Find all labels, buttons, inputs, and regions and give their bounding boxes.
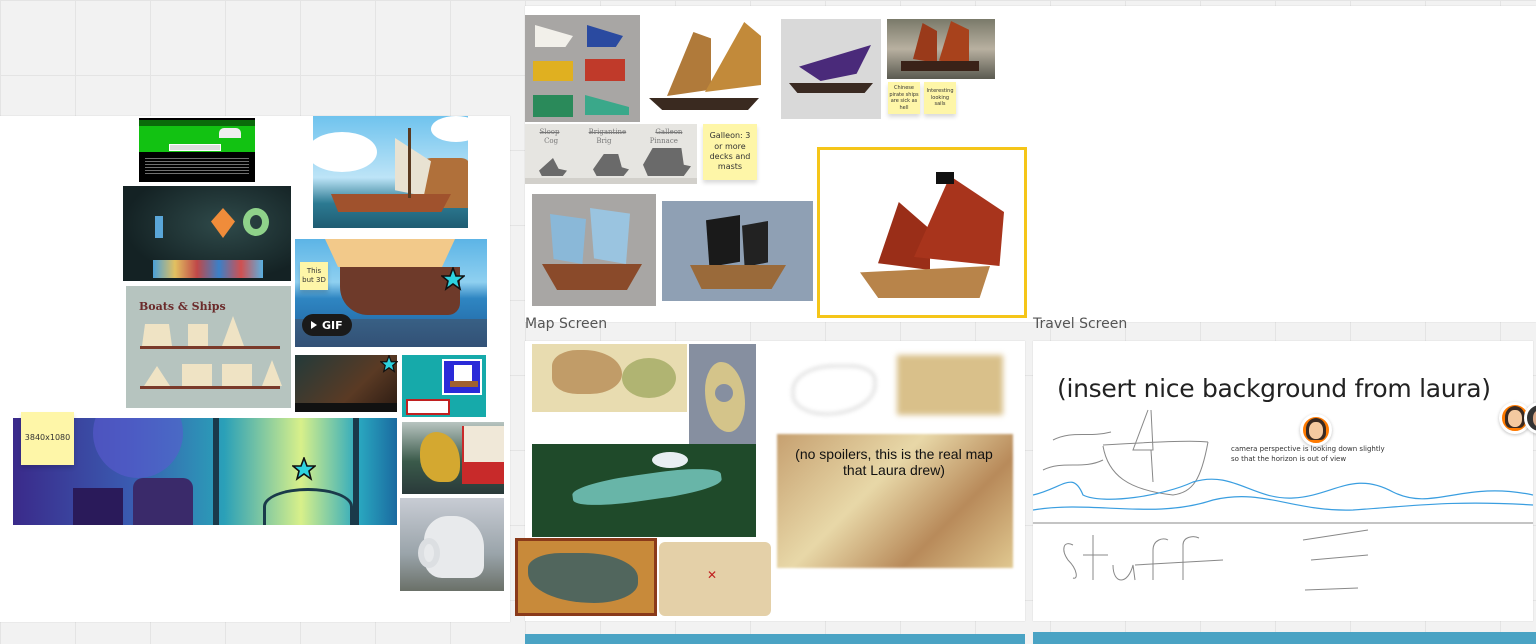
star-reaction-icon[interactable]	[441, 267, 465, 291]
boats-and-ships-poster[interactable]: Boats & Ships	[126, 286, 291, 408]
travel-screen-label: Travel Screen	[1033, 316, 1128, 332]
play-icon	[311, 321, 317, 329]
blurred-map-small[interactable]	[897, 355, 1003, 415]
lower-frame-right-preview[interactable]	[1033, 632, 1536, 644]
camera-perspective-note: camera perspective is looking down sligh…	[1231, 445, 1385, 463]
poster-title: Boats & Ships	[139, 300, 226, 313]
card-battle-game-screenshot[interactable]	[123, 186, 291, 281]
ship-class-pinnace: Pinnace	[649, 137, 678, 145]
parchment-continent-map[interactable]	[532, 344, 687, 412]
ship-class-galleon: Galleon	[655, 128, 683, 136]
sticky-note-chinese-pirate[interactable]: Chinese pirate ships are sick as hell	[888, 82, 920, 114]
ship-class-cog: Cog	[544, 137, 559, 145]
blue-sail-galleon[interactable]	[532, 194, 656, 306]
ship-class-sloop: Sloop	[539, 128, 560, 136]
travel-heading: (insert nice background from laura)	[1057, 374, 1491, 403]
oregon-trail-screenshot[interactable]	[139, 118, 255, 182]
retro-ship-screenshot[interactable]	[402, 355, 486, 417]
golden-figurehead-photo[interactable]	[402, 422, 504, 494]
travel-sketch-drawing	[1033, 409, 1533, 591]
treasure-map[interactable]: ✕	[659, 542, 771, 616]
gif-play-button[interactable]: GIF	[302, 314, 352, 336]
star-reaction-icon[interactable]	[292, 457, 316, 481]
user-avatar-laura[interactable]	[1300, 414, 1332, 446]
sticky-note-this-but-3d[interactable]: This but 3D	[300, 262, 328, 290]
ship-class-brigantine: Brigantine	[588, 128, 627, 136]
blurred-map-caption: (no spoilers, this is the real map that …	[795, 446, 993, 478]
ship-class-brig: Brig	[596, 137, 612, 145]
black-sail-galleon[interactable]	[662, 201, 813, 301]
sea-horse-statue-photo[interactable]	[400, 498, 504, 591]
sticky-note-galleon[interactable]: Galleon: 3 or more decks and masts	[703, 124, 757, 180]
purple-sail-ship[interactable]	[781, 19, 881, 119]
ship-concept-grid[interactable]	[525, 15, 640, 122]
map-screen-label: Map Screen	[525, 316, 608, 332]
sticky-note-resolution[interactable]: 3840x1080	[21, 412, 74, 465]
junk-ship-brown-sails[interactable]	[645, 18, 770, 115]
ship-illustration-sky[interactable]	[313, 116, 468, 228]
dragon-river-map[interactable]	[532, 444, 756, 537]
orange-border-map[interactable]	[515, 538, 657, 616]
ship-class-chart[interactable]: Sloop Brigantine Galleon Cog Brig Pinnac…	[525, 124, 697, 184]
lower-frame-left-preview[interactable]	[525, 634, 1025, 644]
sticky-note-interesting-sails[interactable]: Interesting looking sails	[924, 82, 956, 114]
red-junk-ship-selected[interactable]	[817, 147, 1027, 318]
island-world-map[interactable]	[689, 344, 756, 444]
star-reaction-icon[interactable]	[380, 355, 398, 373]
sketch-map-faint[interactable]	[782, 355, 882, 423]
chinese-junk-photo[interactable]	[887, 19, 995, 79]
